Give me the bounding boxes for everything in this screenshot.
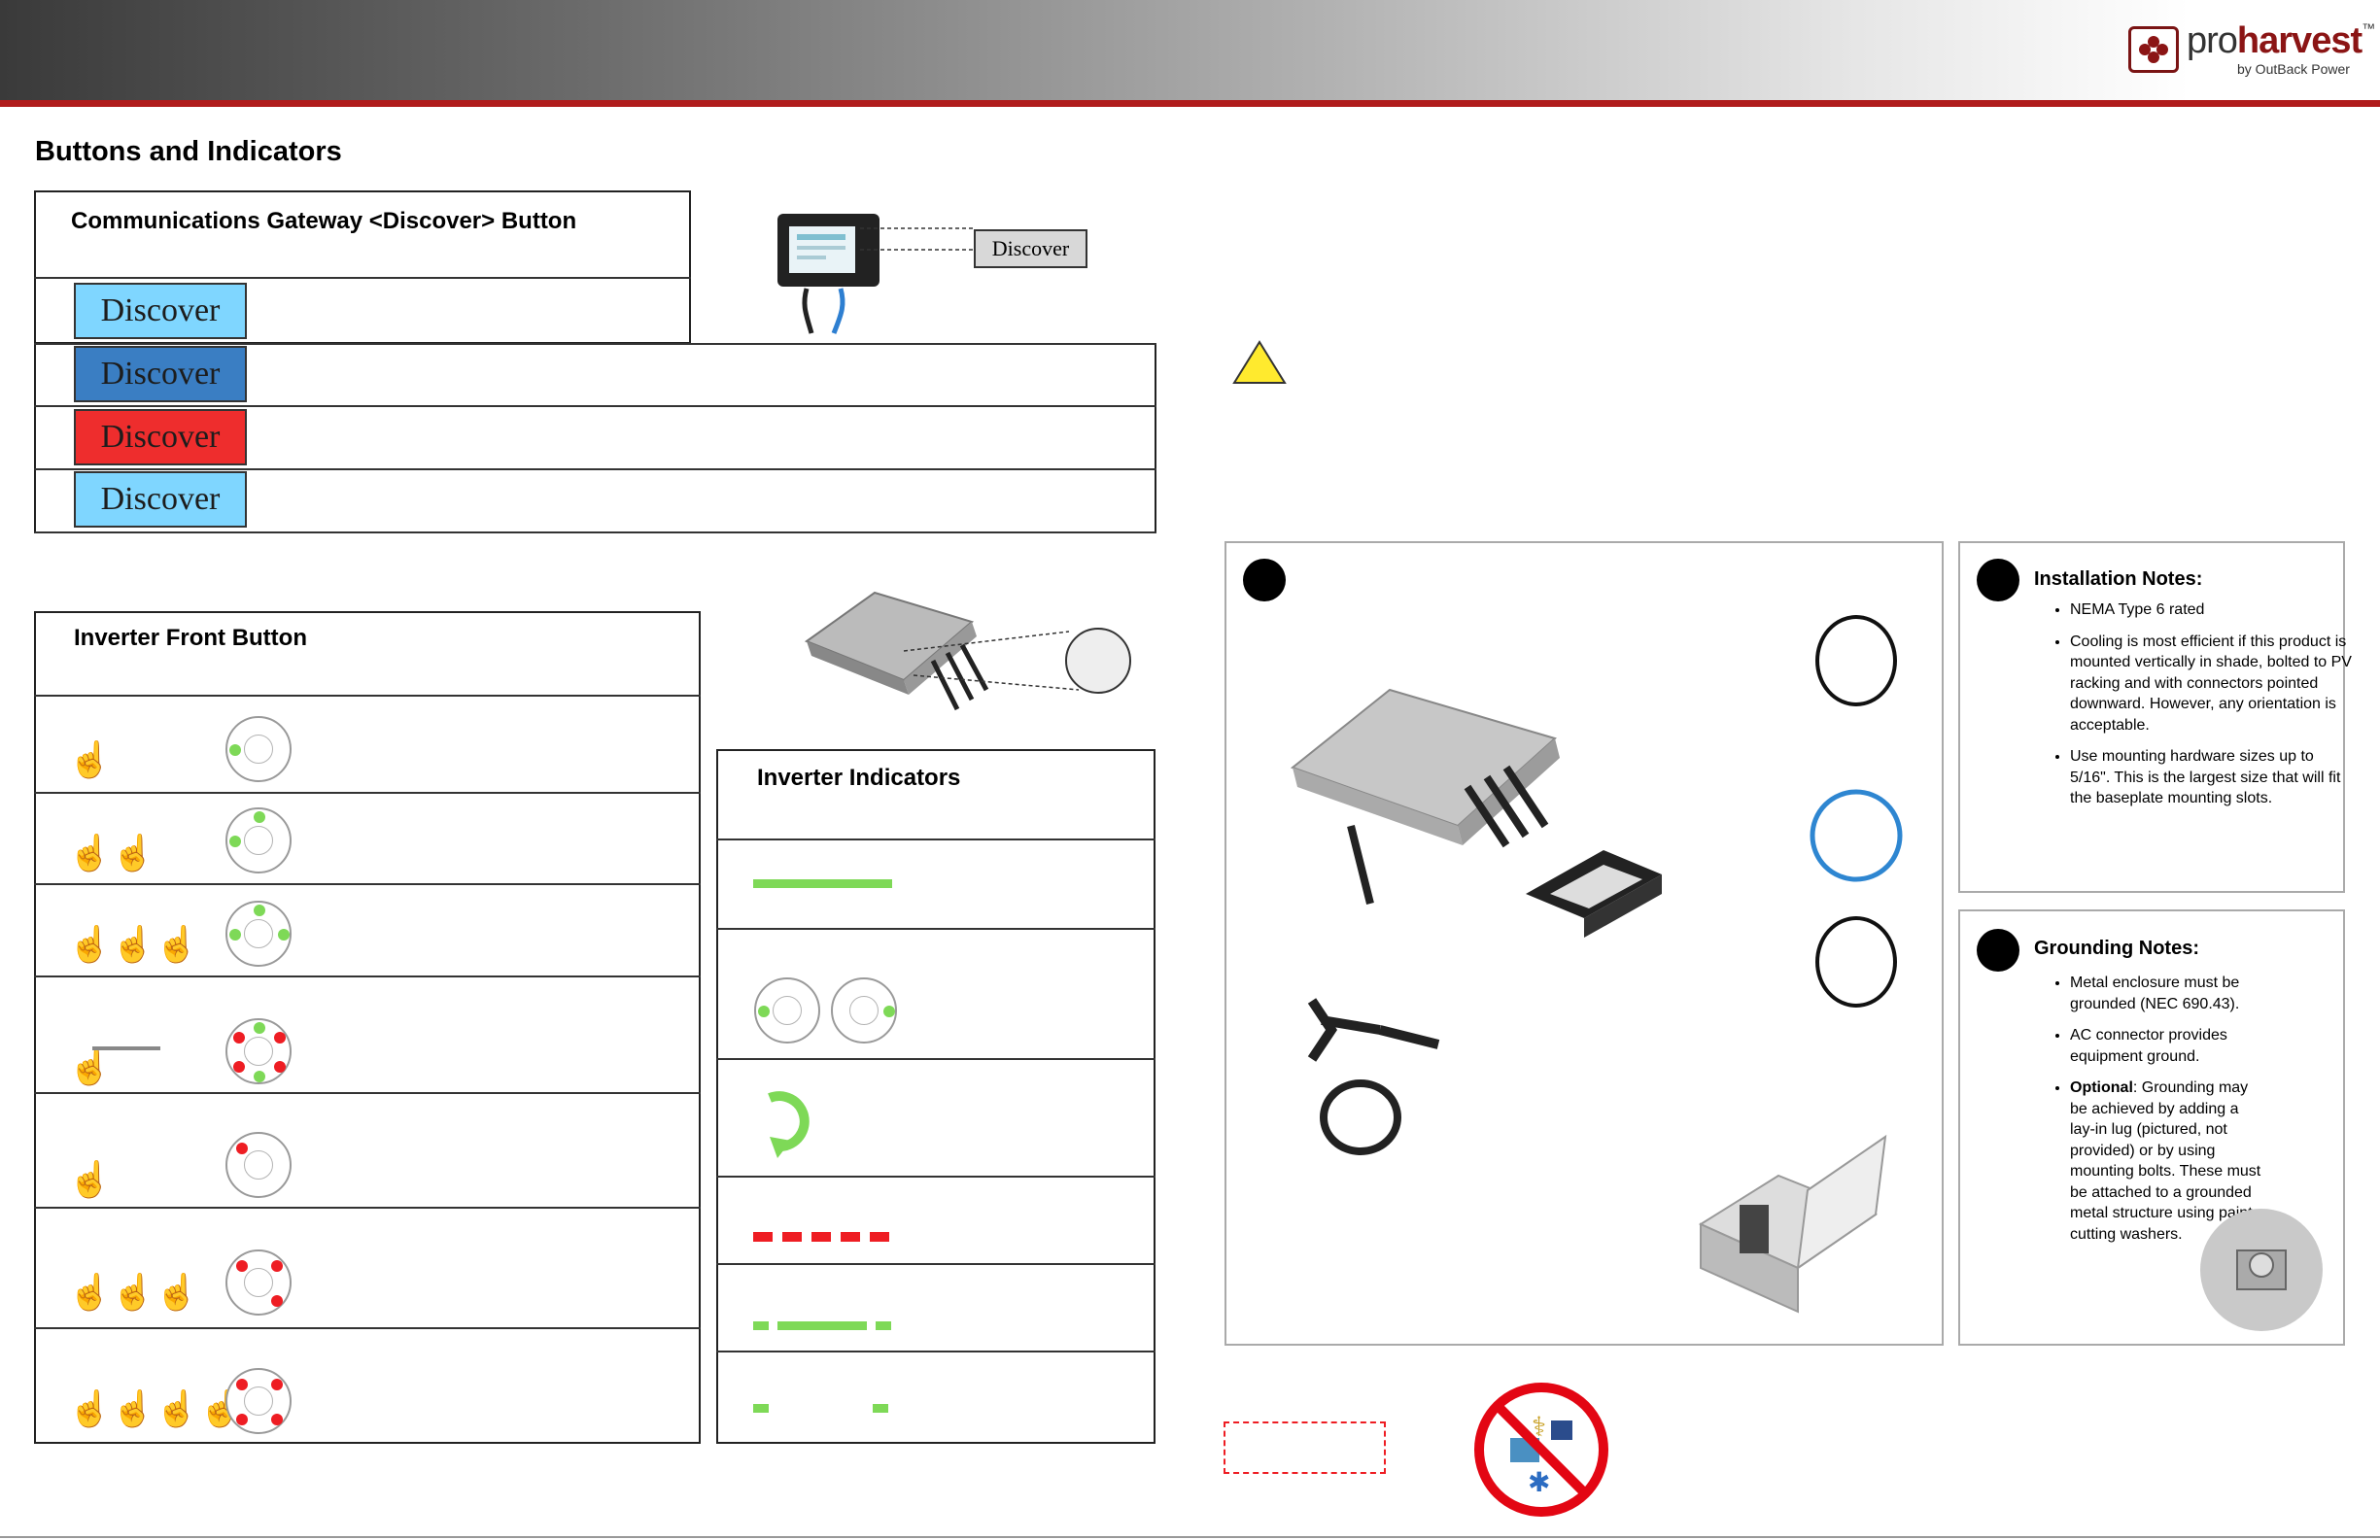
indicator-ring-left xyxy=(754,977,820,1044)
led-ring-3 xyxy=(225,901,292,967)
discover-state-active: Discover xyxy=(74,346,247,402)
inverter-button-table xyxy=(34,611,701,1444)
led-ring-1 xyxy=(225,716,292,782)
grounding-notes-marker xyxy=(1977,929,2019,972)
indicator-solid-green xyxy=(753,879,892,888)
header-bar xyxy=(0,0,2380,102)
press-three-red-icon: ☝☝☝ xyxy=(68,1272,199,1312)
press-hold-icon: ☝ xyxy=(68,1046,112,1086)
press-four-red-icon: ☝☝☝☝ xyxy=(68,1388,243,1428)
grounding-note-2: AC connector provides equipment ground. xyxy=(2070,1025,2269,1067)
inverter-indicators-title: Inverter Indicators xyxy=(757,765,961,791)
header-divider xyxy=(0,100,2380,107)
press-once-red-icon: ☝ xyxy=(68,1159,112,1199)
logo-text-harvest: harvest xyxy=(2236,20,2363,61)
logo-subtitle: by OutBack Power xyxy=(2237,61,2350,77)
gateway-title: Communications Gateway <Discover> Button xyxy=(71,208,577,234)
discover-state-error: Discover xyxy=(74,409,247,465)
indicator-green-blip-short xyxy=(753,1404,891,1413)
installation-note-3: Use mounting hardware sizes up to 5/16".… xyxy=(2070,746,2352,809)
dashed-red-box xyxy=(1224,1421,1386,1474)
installation-notes-marker xyxy=(1977,559,2019,601)
indicator-dashed-red xyxy=(753,1232,891,1242)
discover-state-complete: Discover xyxy=(74,471,247,528)
press-three-icon: ☝☝☝ xyxy=(68,924,199,964)
indicator-ring-right xyxy=(831,977,897,1044)
press-once-icon: ☝ xyxy=(68,739,112,779)
logo-tm: ™ xyxy=(2362,20,2375,36)
svg-text:✱: ✱ xyxy=(1528,1466,1550,1498)
no-medical-use-icon: ✱ ⚕ xyxy=(1474,1383,1608,1517)
led-ring-hold xyxy=(225,1018,292,1084)
led-ring-2 xyxy=(225,807,292,873)
led-ring-red-1 xyxy=(225,1132,292,1198)
inverter-button-title: Inverter Front Button xyxy=(74,625,307,651)
press-twice-icon: ☝☝ xyxy=(68,833,155,873)
installation-notes-title: Installation Notes: xyxy=(2034,568,2203,590)
discover-callout: Discover xyxy=(974,229,1087,268)
discover-state-idle: Discover xyxy=(74,283,247,339)
warning-icon xyxy=(1232,340,1287,384)
rotate-arrow-icon xyxy=(768,1091,810,1158)
hold-line xyxy=(92,1046,160,1050)
proharvest-logo: proharvest™ by OutBack Power xyxy=(2128,20,2375,78)
led-ring-red-3 xyxy=(225,1249,292,1316)
installation-note-1: NEMA Type 6 rated xyxy=(2070,599,2352,621)
optional-label: Optional xyxy=(2070,1079,2133,1096)
led-ring-red-4 xyxy=(225,1368,292,1434)
indicator-green-blip-long xyxy=(753,1321,891,1330)
logo-text-pro: pro xyxy=(2187,20,2238,61)
logo-icon xyxy=(2128,26,2179,73)
installation-note-2: Cooling is most efficient if this produc… xyxy=(2070,632,2352,736)
installation-notes-list: NEMA Type 6 rated Cooling is most effici… xyxy=(2035,599,2352,820)
grounding-note-1: Metal enclosure must be grounded (NEC 69… xyxy=(2070,973,2269,1014)
footer-divider xyxy=(0,1536,2380,1538)
inverter-device-image xyxy=(804,591,1131,711)
grounding-notes-title: Grounding Notes: xyxy=(2034,938,2199,959)
lay-in-lug-image xyxy=(2200,1209,2323,1331)
page-title: Buttons and Indicators xyxy=(35,136,342,167)
components-image xyxy=(1290,615,1903,1314)
gateway-device-image xyxy=(777,214,974,334)
